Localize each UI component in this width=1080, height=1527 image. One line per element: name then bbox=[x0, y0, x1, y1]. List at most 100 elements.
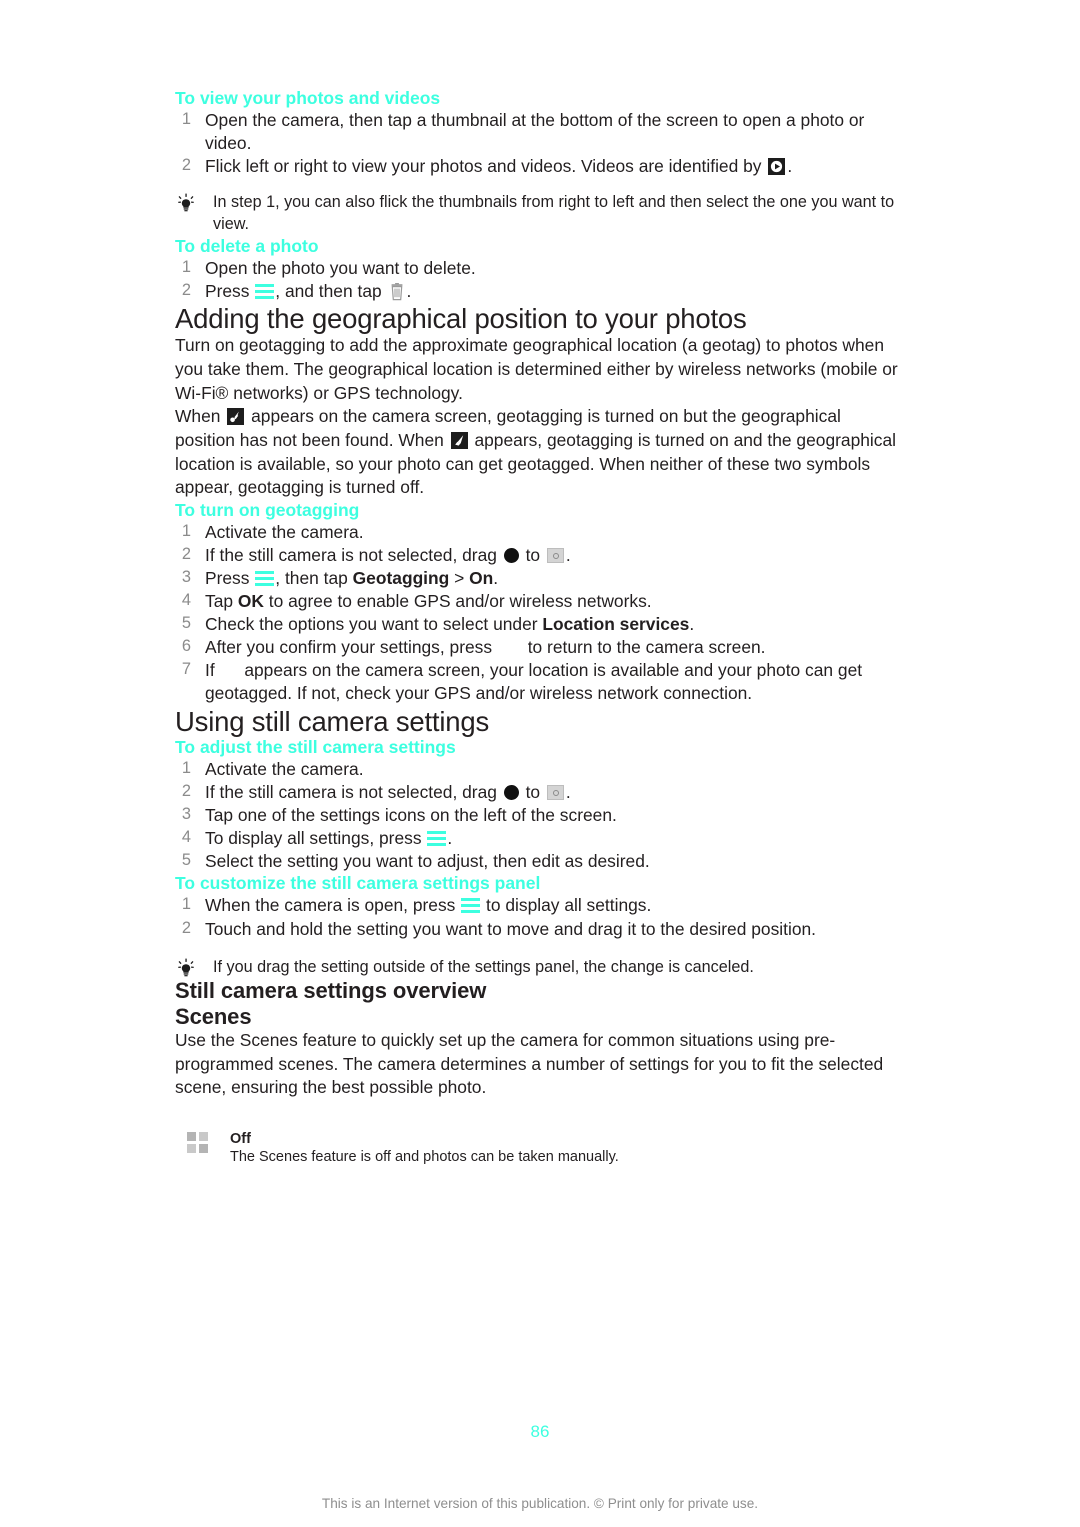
page-number: 86 bbox=[530, 1422, 550, 1441]
chapter-heading-geographical-position: Adding the geographical position to your… bbox=[175, 302, 747, 334]
drag-dot-icon bbox=[503, 548, 519, 564]
step-text-tail: . bbox=[787, 156, 793, 177]
procedure-heading-adjust-still-camera: To adjust the still camera settings bbox=[175, 737, 456, 758]
procedure-heading-view-photos: To view your photos and videos bbox=[175, 88, 441, 108]
geotag-found-icon bbox=[450, 432, 468, 450]
paragraph-scenes-intro: Use the Scenes feature to quickly set up… bbox=[175, 1029, 884, 1098]
step-item: When the camera is open, press to displa… bbox=[175, 894, 905, 917]
procedure-heading-turn-on-geotagging: To turn on geotagging bbox=[175, 500, 360, 521]
missing-glyph-icon bbox=[497, 641, 523, 653]
step-item: Open the camera, then tap a thumbnail at… bbox=[175, 109, 905, 155]
menu-icon bbox=[255, 571, 275, 587]
lightbulb-icon bbox=[175, 958, 197, 980]
lightbulb-icon bbox=[175, 193, 197, 215]
step-item: After you confirm your settings, press t… bbox=[175, 636, 905, 659]
step-text-mid: , and then tap bbox=[275, 280, 387, 301]
step-item: Select the setting you want to adjust, t… bbox=[175, 850, 905, 873]
step-item: Tap OK to agree to enable GPS and/or wir… bbox=[175, 590, 905, 613]
footer-note: This is an Internet version of this publ… bbox=[321, 1496, 759, 1511]
step-text: After you confirm your settings, press bbox=[205, 637, 497, 658]
step-bold-term: On bbox=[469, 568, 494, 589]
steps-view-photos: Open the camera, then tap a thumbnail at… bbox=[175, 109, 905, 178]
step-text: Tap one of the settings icons on the lef… bbox=[205, 805, 617, 826]
tip-view-photos: In step 1, you can also flick the thumbn… bbox=[175, 192, 905, 235]
step-item: If the still camera is not selected, dra… bbox=[175, 781, 905, 804]
step-item: To display all settings, press . bbox=[175, 827, 905, 850]
video-play-icon bbox=[768, 158, 786, 176]
step-item: Activate the camera. bbox=[175, 521, 905, 544]
procedure-heading-delete-photo: To delete a photo bbox=[175, 235, 319, 256]
step-text: To display all settings, press bbox=[205, 828, 427, 849]
step-text-mid: to bbox=[520, 782, 545, 803]
setting-name: Off bbox=[230, 1130, 251, 1147]
step-text: Activate the camera. bbox=[205, 522, 364, 543]
step-text: Check the options you want to select und… bbox=[205, 614, 543, 635]
step-text-mid: to bbox=[520, 545, 545, 566]
steps-customize-panel: When the camera is open, press to displa… bbox=[175, 894, 905, 940]
step-bold-term: OK bbox=[237, 591, 264, 612]
steps-delete-photo: Open the photo you want to delete. Press… bbox=[175, 257, 905, 303]
paragraph-geotagging-intro: Turn on geotagging to add the approximat… bbox=[175, 335, 898, 403]
step-item: Touch and hold the setting you want to m… bbox=[175, 918, 905, 941]
paragraph-geotagging-symbols: When appears on the camera screen, geota… bbox=[175, 405, 905, 500]
step-text: Press bbox=[205, 280, 255, 301]
step-text: Activate the camera. bbox=[205, 759, 364, 780]
step-text: Open the camera, then tap a thumbnail at… bbox=[205, 110, 865, 154]
step-item: Flick left or right to view your photos … bbox=[175, 155, 905, 178]
step-text: If bbox=[205, 660, 220, 681]
trash-icon bbox=[389, 282, 405, 301]
step-text: Touch and hold the setting you want to m… bbox=[205, 918, 816, 939]
step-text-tail: to agree to enable GPS and/or wireless n… bbox=[263, 591, 652, 612]
procedure-heading-customize-panel: To customize the still camera settings p… bbox=[175, 873, 541, 894]
manual-page: To view your photos and videos Open the … bbox=[0, 0, 1080, 1527]
step-item: Tap one of the settings icons on the lef… bbox=[175, 804, 905, 827]
step-text: Tap bbox=[205, 591, 238, 612]
step-text-tail: . bbox=[406, 280, 412, 301]
still-camera-icon bbox=[546, 548, 564, 564]
menu-icon bbox=[427, 831, 447, 847]
step-text-tail: . bbox=[565, 782, 571, 803]
geotag-searching-icon bbox=[227, 408, 245, 426]
setting-description: The Scenes feature is off and photos can… bbox=[230, 1149, 619, 1166]
step-text: Press bbox=[205, 568, 255, 589]
step-item: Press , and then tap . bbox=[175, 280, 905, 303]
step-item: Press , then tap Geotagging > On. bbox=[175, 567, 905, 590]
steps-turn-on-geotagging: Activate the camera. If the still camera… bbox=[175, 521, 905, 706]
chapter-heading-using-still-camera-settings: Using still camera settings bbox=[175, 705, 490, 737]
step-text: Select the setting you want to adjust, t… bbox=[205, 851, 650, 872]
drag-dot-icon bbox=[503, 785, 519, 801]
step-item: Activate the camera. bbox=[175, 758, 905, 781]
step-separator: > bbox=[449, 568, 470, 589]
step-text-mid: , then tap bbox=[275, 568, 353, 589]
step-text: If the still camera is not selected, dra… bbox=[205, 782, 502, 803]
tip-text: If you drag the setting outside of the s… bbox=[213, 957, 754, 976]
step-text-tail: . bbox=[493, 568, 499, 589]
step-item: Open the photo you want to delete. bbox=[175, 257, 905, 280]
paragraph-part: When bbox=[175, 406, 226, 427]
missing-glyph-icon bbox=[220, 664, 240, 676]
tip-customize-panel: If you drag the setting outside of the s… bbox=[175, 957, 905, 979]
step-text: Flick left or right to view your photos … bbox=[205, 156, 767, 177]
page-content: To view your photos and videos Open the … bbox=[175, 88, 905, 1167]
step-text-tail: . bbox=[565, 545, 571, 566]
section-heading-scenes: Scenes bbox=[175, 1003, 252, 1029]
steps-adjust-still-camera: Activate the camera. If the still camera… bbox=[175, 758, 905, 873]
menu-icon bbox=[255, 283, 275, 299]
step-item: If the still camera is not selected, dra… bbox=[175, 544, 905, 567]
menu-icon bbox=[461, 898, 481, 914]
step-text-tail: . bbox=[689, 614, 695, 635]
step-text-tail: to return to the camera screen. bbox=[522, 637, 766, 658]
step-text: When the camera is open, press bbox=[205, 895, 461, 916]
step-text: Open the photo you want to delete. bbox=[205, 257, 476, 278]
grid-off-icon bbox=[187, 1131, 208, 1153]
step-bold-term: Location services bbox=[542, 614, 690, 635]
section-heading-settings-overview: Still camera settings overview bbox=[175, 978, 487, 1004]
step-bold-term: Geotagging bbox=[352, 568, 450, 589]
step-text-tail: to display all settings. bbox=[481, 895, 652, 916]
step-text-tail: appears on the camera screen, your locat… bbox=[205, 660, 863, 704]
tip-text: In step 1, you can also flick the thumbn… bbox=[213, 193, 895, 233]
setting-row-off: Off The Scenes feature is off and photos… bbox=[175, 1130, 905, 1167]
step-item: If appears on the camera screen, your lo… bbox=[175, 659, 905, 705]
step-text-tail: . bbox=[447, 828, 453, 849]
step-text: If the still camera is not selected, dra… bbox=[205, 545, 502, 566]
